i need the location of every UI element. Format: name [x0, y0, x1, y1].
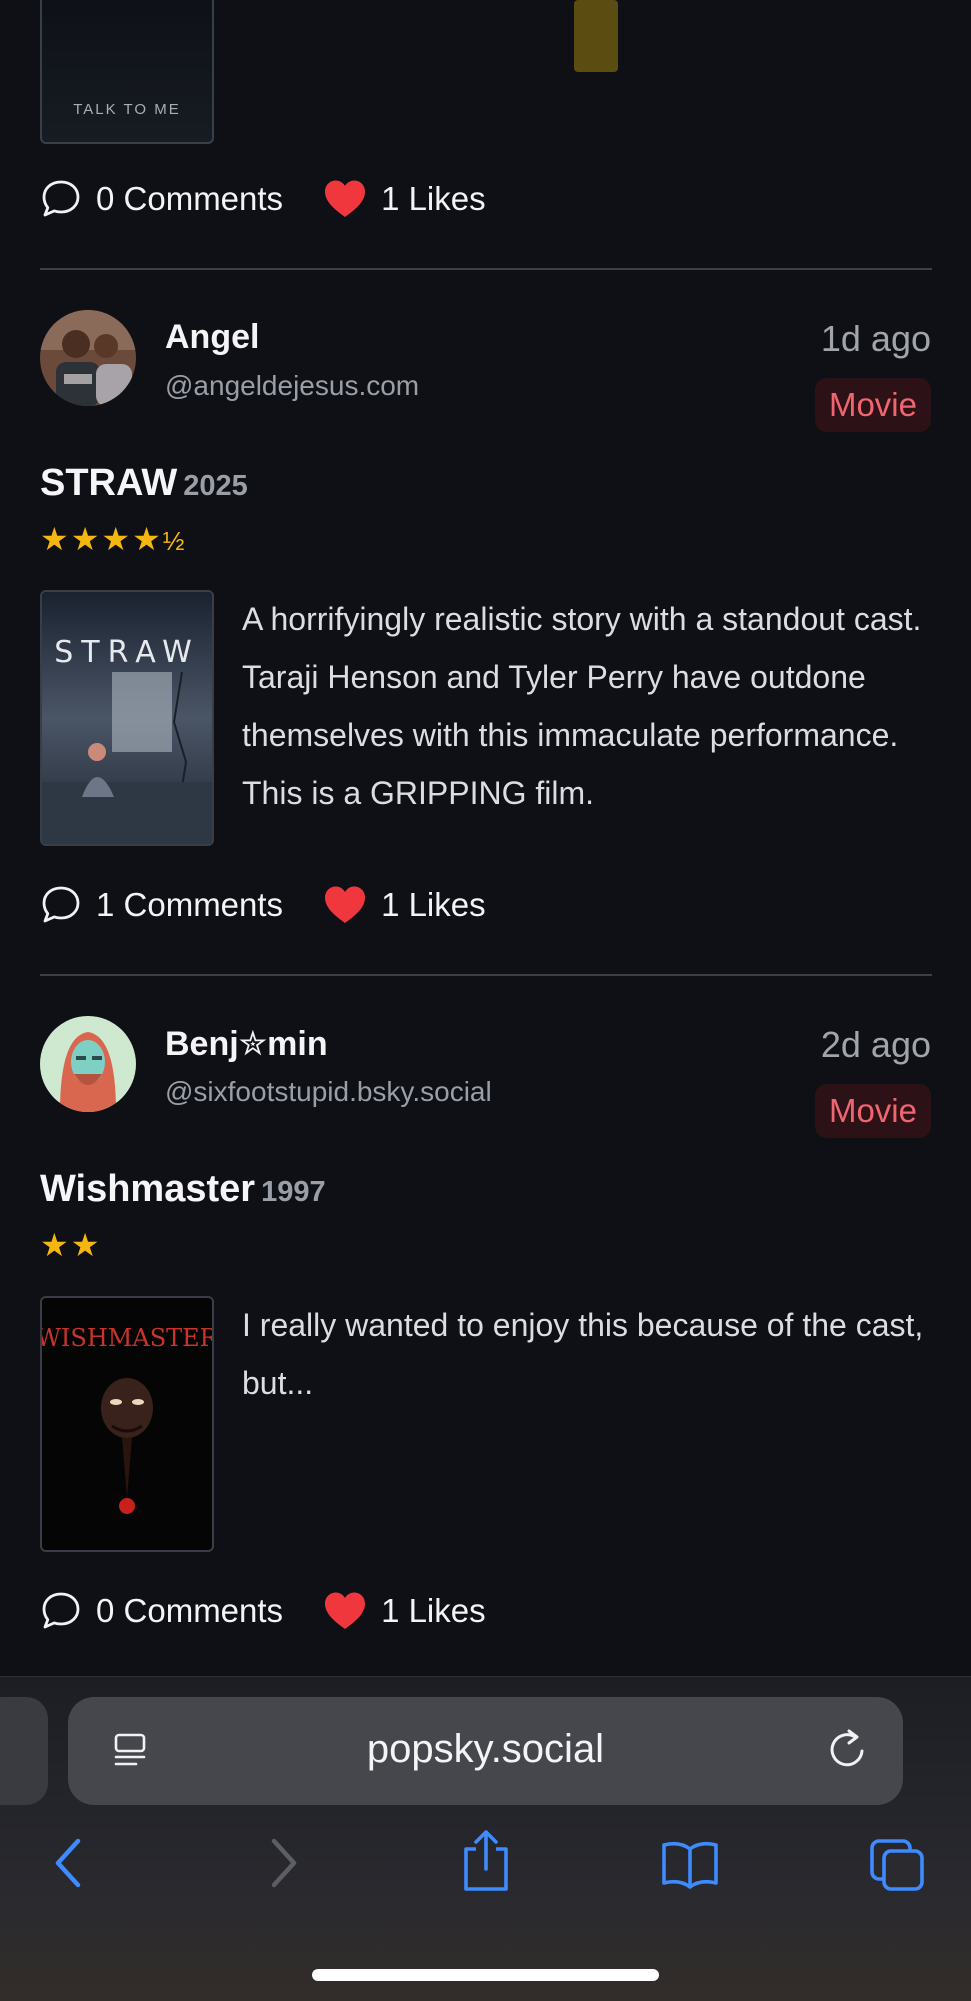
- avatar[interactable]: [40, 310, 136, 406]
- like-button[interactable]: 1 Likes: [283, 179, 486, 219]
- poster-text: STRAW: [54, 635, 200, 670]
- post-actions: 0 Comments 1 Likes: [40, 178, 486, 220]
- user-handle[interactable]: @sixfootstupid.bsky.social: [165, 1076, 492, 1108]
- poster-image[interactable]: WISHMASTER: [40, 1296, 214, 1552]
- user-name[interactable]: Benj✮min: [165, 1024, 328, 1064]
- poster-art: WISHMASTER: [42, 1298, 212, 1550]
- heart-icon: [325, 1592, 366, 1629]
- star-rating: ★★: [40, 1226, 101, 1264]
- stars-full: ★★: [40, 1227, 102, 1263]
- media-year: 1997: [261, 1176, 326, 1208]
- poster-text: TALK TO ME: [73, 101, 181, 118]
- title-text: Wishmaster: [40, 1168, 256, 1210]
- likes-count: 1 Likes: [381, 180, 486, 217]
- previous-tab-preview[interactable]: [0, 1697, 48, 1805]
- user-name[interactable]: Angel: [165, 318, 259, 357]
- comments-button[interactable]: 0 Comments: [40, 178, 283, 220]
- heart-icon: [325, 886, 366, 923]
- divider: [40, 974, 932, 976]
- post-actions: 0 Comments 1 Likes: [40, 1590, 486, 1632]
- browser-toolbar: popsky.social: [0, 1676, 971, 2001]
- comments-count: 1 Comments: [96, 886, 284, 923]
- likes-count: 1 Likes: [381, 1592, 486, 1629]
- post-time: 1d ago: [820, 318, 931, 359]
- post-actions: 1 Comments 1 Likes: [40, 884, 486, 926]
- stars-half: ½: [162, 526, 185, 556]
- comment-icon: [42, 1592, 80, 1629]
- home-indicator[interactable]: [312, 1969, 659, 1981]
- avatar[interactable]: [40, 1016, 136, 1112]
- back-icon[interactable]: [50, 1835, 90, 1891]
- category-badge[interactable]: Movie: [814, 378, 931, 432]
- comments-count: 0 Comments: [96, 180, 284, 217]
- media-title[interactable]: STRAW 2025: [40, 462, 248, 505]
- decorative-shape: [574, 0, 618, 72]
- stars-full: ★★★★: [40, 521, 163, 557]
- bookmarks-icon[interactable]: [660, 1839, 720, 1889]
- reload-icon[interactable]: [825, 1727, 869, 1773]
- avatar-image: [40, 310, 136, 406]
- poster-image[interactable]: STRAW: [40, 590, 214, 846]
- post-time: 2d ago: [820, 1024, 931, 1065]
- comment-icon: [42, 886, 80, 923]
- like-button[interactable]: 1 Likes: [283, 1591, 486, 1631]
- comments-button[interactable]: 1 Comments: [40, 884, 283, 926]
- comments-button[interactable]: 0 Comments: [40, 1590, 283, 1632]
- divider: [40, 268, 932, 270]
- forward-icon[interactable]: [262, 1835, 302, 1891]
- media-title[interactable]: Wishmaster 1997: [40, 1168, 326, 1211]
- category-badge[interactable]: Movie: [814, 1084, 931, 1138]
- address-bar[interactable]: popsky.social: [68, 1697, 903, 1805]
- comments-count: 0 Comments: [96, 1592, 284, 1629]
- likes-count: 1 Likes: [381, 886, 486, 923]
- feed: TALK TO ME 0 Comments 1 Likes Angel @ang…: [0, 0, 971, 1676]
- poster-text: WISHMASTER: [42, 1324, 212, 1352]
- user-handle[interactable]: @angeldejesus.com: [165, 370, 419, 402]
- share-icon[interactable]: [458, 1827, 514, 1893]
- url-text[interactable]: popsky.social: [68, 1727, 903, 1772]
- title-text: STRAW: [40, 462, 178, 504]
- review-text: I really wanted to enjoy this because of…: [242, 1307, 924, 1401]
- media-year: 2025: [183, 470, 248, 502]
- avatar-image: [40, 1016, 136, 1112]
- tabs-icon[interactable]: [868, 1837, 926, 1893]
- poster-image[interactable]: TALK TO ME: [40, 0, 214, 144]
- poster-art: STRAW: [42, 592, 212, 844]
- comment-icon: [42, 180, 80, 217]
- star-rating: ★★★★½: [40, 520, 184, 558]
- review-text: A horrifyingly realistic story with a st…: [242, 601, 922, 811]
- heart-icon: [325, 180, 366, 217]
- like-button[interactable]: 1 Likes: [283, 885, 486, 925]
